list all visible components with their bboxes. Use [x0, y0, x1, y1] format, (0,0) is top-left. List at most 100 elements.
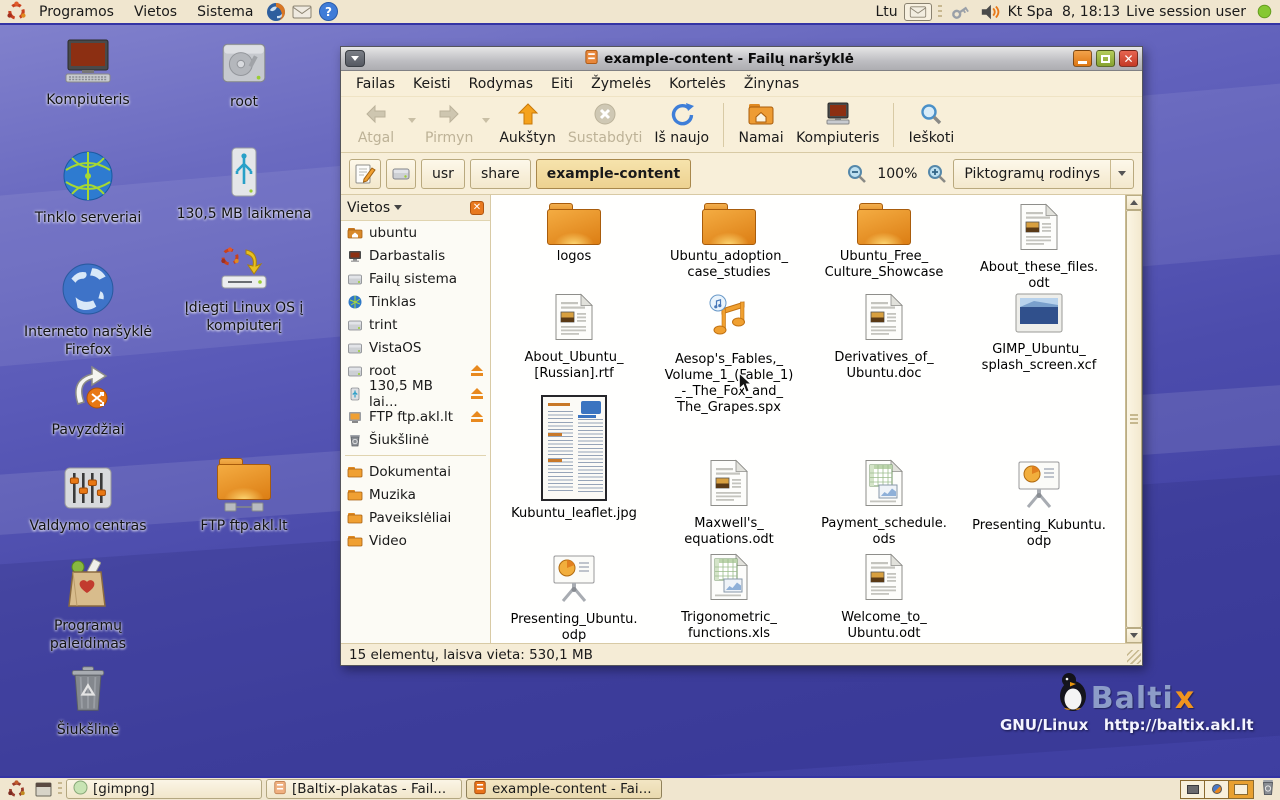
menu-korteles[interactable]: Kortelės	[660, 73, 735, 95]
forward-button[interactable]: Pirmyn	[419, 100, 479, 150]
edit-location-button[interactable]	[349, 159, 381, 189]
desktop-icon-firefox[interactable]: Interneto naršyklė Firefox	[18, 262, 158, 359]
zoom-out-button[interactable]	[846, 163, 868, 185]
vertical-scrollbar[interactable]	[1125, 195, 1142, 643]
sidebar-item-ftp[interactable]: FTP ftp.akl.lt	[341, 405, 490, 428]
sidebar-item-ubuntu[interactable]: ubuntu	[341, 221, 490, 244]
key-icon[interactable]	[948, 1, 972, 23]
file-item[interactable]: Presenting_Ubuntu. odp	[499, 553, 649, 643]
volume-icon[interactable]	[978, 1, 1002, 23]
file-item[interactable]: Presenting_Kubuntu. odp	[964, 459, 1114, 550]
file-item[interactable]: Trigonometric_ functions.xls	[654, 553, 804, 642]
sidebar-close-button[interactable]: ✕	[470, 201, 484, 215]
menu-programos[interactable]: Programos	[30, 2, 123, 22]
desktop-icon-kompiuteris[interactable]: Kompiuteris	[18, 38, 158, 110]
file-item[interactable]: Derivatives_of_ Ubuntu.doc	[809, 293, 959, 382]
applet-drag-handle[interactable]	[938, 5, 942, 19]
desktop-icon-laikmena[interactable]: 130,5 MB laikmena	[174, 146, 314, 224]
sidebar-header[interactable]: Vietos ✕	[341, 195, 490, 221]
sidebar-item-trint[interactable]: trint	[341, 313, 490, 336]
eject-button[interactable]	[470, 388, 484, 400]
scroll-up-button[interactable]	[1126, 195, 1142, 210]
eject-button[interactable]	[470, 365, 484, 377]
workspace-3-active[interactable]	[1229, 781, 1253, 798]
help-launcher-icon[interactable]: ?	[316, 1, 340, 23]
scroll-down-button[interactable]	[1126, 628, 1142, 643]
file-item[interactable]: Kubuntu_leaflet.jpg	[499, 395, 649, 522]
menu-zinynas[interactable]: Žinynas	[735, 73, 808, 95]
show-desktop-button[interactable]	[32, 779, 54, 799]
scrollbar-thumb[interactable]	[1126, 210, 1142, 628]
file-item[interactable]: About_these_files. odt	[964, 203, 1114, 292]
titlebar[interactable]: example-content - Failų naršyklė ✕	[341, 47, 1142, 71]
mail-indicator-icon[interactable]	[904, 3, 932, 21]
workspace-switcher[interactable]	[1180, 780, 1254, 799]
desktop-icon-programu-paleidimas[interactable]: Programų paleidimas	[18, 558, 158, 653]
menu-vietos[interactable]: Vietos	[125, 2, 186, 22]
sidebar-item-dokumentai[interactable]: Dokumentai	[341, 460, 490, 483]
trash-applet-icon[interactable]	[1260, 778, 1276, 800]
menu-rodymas[interactable]: Rodymas	[460, 73, 542, 95]
computer-button[interactable]: Kompiuteris	[790, 100, 885, 150]
stop-button[interactable]: Sustabdyti	[562, 100, 649, 150]
file-item[interactable]: Maxwell's_ equations.odt	[654, 459, 804, 548]
file-item[interactable]: Payment_schedule. ods	[809, 459, 959, 548]
applet-drag-handle[interactable]	[58, 782, 62, 796]
keyboard-layout-indicator[interactable]: Ltu	[875, 4, 897, 20]
eject-button[interactable]	[470, 411, 484, 423]
firefox-launcher-icon[interactable]	[264, 1, 288, 23]
file-item[interactable]: Ubuntu_adoption_ case_studies	[654, 203, 804, 281]
path-segment-share[interactable]: share	[470, 159, 531, 189]
sidebar-item-laikmena[interactable]: 130,5 MB lai...	[341, 382, 490, 405]
menu-zymeles[interactable]: Žymelės	[582, 73, 660, 95]
file-item[interactable]: logos	[499, 203, 649, 265]
sidebar-item-tinklas[interactable]: Tinklas	[341, 290, 490, 313]
home-button[interactable]: Namai	[732, 100, 790, 150]
sidebar-item-muzika[interactable]: Muzika	[341, 483, 490, 506]
mail-launcher-icon[interactable]	[290, 1, 314, 23]
file-item[interactable]: Aesop's_Fables,_ Volume_1_(Fable_1) _-_T…	[654, 293, 804, 415]
ubuntu-logo-icon[interactable]	[4, 1, 28, 23]
sidebar-item-darbastalis[interactable]: Darbastalis	[341, 244, 490, 267]
zoom-in-button[interactable]	[926, 163, 948, 185]
path-segment-usr[interactable]: usr	[421, 159, 465, 189]
desktop-icon-install-os[interactable]: Įdiegti Linux OS į kompiuterį	[174, 246, 314, 335]
desktop-icon-root[interactable]: root	[174, 40, 314, 112]
up-button[interactable]: Aukštyn	[493, 100, 562, 150]
close-button[interactable]: ✕	[1119, 50, 1138, 67]
desktop-icon-trash[interactable]: Šiukšlinė	[18, 664, 158, 740]
reload-button[interactable]: Iš naujo	[648, 100, 715, 150]
menu-eiti[interactable]: Eiti	[542, 73, 582, 95]
ubuntu-logo-icon[interactable]	[4, 778, 28, 800]
menu-sistema[interactable]: Sistema	[188, 2, 262, 22]
taskbar-item-gimpng[interactable]: [gimpng]	[66, 779, 262, 799]
file-item[interactable]: About_Ubuntu_ [Russian].rtf	[499, 293, 649, 382]
workspace-2[interactable]	[1205, 781, 1229, 798]
desktop-icon-ftp[interactable]: FTP ftp.akl.lt	[174, 458, 314, 536]
user-switcher[interactable]: Live session user	[1126, 4, 1246, 20]
taskbar-item-example-content[interactable]: example-content - Fai...	[466, 779, 662, 799]
path-segment-example-content[interactable]: example-content	[536, 159, 691, 189]
view-mode-select[interactable]: Piktogramų rodinys	[953, 159, 1134, 189]
window-menu-button[interactable]	[345, 50, 365, 67]
file-item[interactable]: Ubuntu_Free_ Culture_Showcase	[809, 203, 959, 281]
file-item[interactable]: GIMP_Ubuntu_ splash_screen.xcf	[964, 293, 1114, 374]
sidebar-item-vistaos[interactable]: VistaOS	[341, 336, 490, 359]
desktop-icon-valdymo-centras[interactable]: Valdymo centras	[18, 466, 158, 536]
sidebar-item-paveiksleliai[interactable]: Paveikslėliai	[341, 506, 490, 529]
menu-failas[interactable]: Failas	[347, 73, 404, 95]
workspace-1[interactable]	[1181, 781, 1205, 798]
back-button[interactable]: Atgal	[347, 100, 405, 150]
forward-history-dropdown[interactable]	[479, 100, 493, 150]
resize-grip[interactable]	[1127, 650, 1141, 664]
sidebar-item-video[interactable]: Video	[341, 529, 490, 552]
menu-keisti[interactable]: Keisti	[404, 73, 460, 95]
filesystem-root-button[interactable]	[386, 159, 416, 189]
desktop-icon-pavyzdziai[interactable]: Pavyzdžiai	[18, 364, 158, 440]
file-item[interactable]: Welcome_to_ Ubuntu.odt	[809, 553, 959, 642]
taskbar-item-baltix-plakatas[interactable]: [Baltix-plakatas - Fail...	[266, 779, 462, 799]
clock[interactable]: Kt Spa 8, 18:13	[1008, 4, 1121, 20]
sidebar-item-siuksline[interactable]: Šiukšlinė	[341, 428, 490, 451]
search-button[interactable]: Ieškoti	[902, 100, 960, 150]
back-history-dropdown[interactable]	[405, 100, 419, 150]
